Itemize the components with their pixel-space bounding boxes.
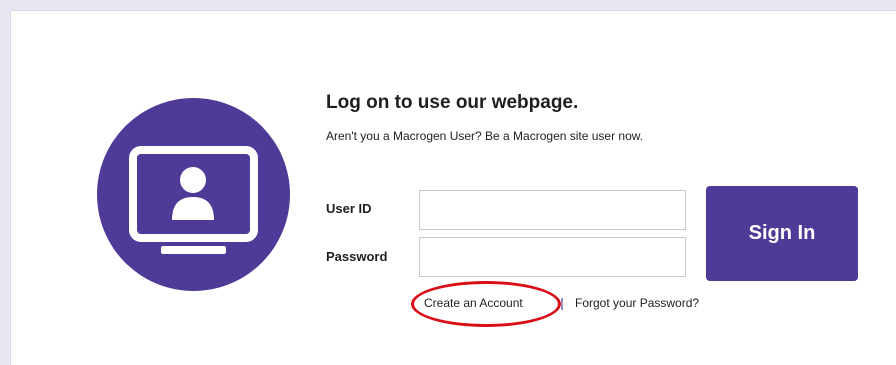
create-account-link[interactable]: Create an Account <box>424 296 523 310</box>
forgot-password-link[interactable]: Forgot your Password? <box>575 296 699 310</box>
window-frame-left <box>0 0 10 365</box>
monitor-user-graphic <box>129 146 258 254</box>
link-separator <box>561 298 563 310</box>
window-frame-top <box>0 0 896 10</box>
sign-in-button[interactable]: Sign In <box>706 186 858 281</box>
page-subtitle: Aren't you a Macrogen User? Be a Macroge… <box>326 129 644 143</box>
password-input[interactable] <box>419 237 686 277</box>
page-title: Log on to use our webpage. <box>326 92 579 113</box>
password-label: Password <box>326 249 388 264</box>
user-id-input[interactable] <box>419 190 686 230</box>
monitor-user-icon <box>97 98 290 291</box>
user-id-label: User ID <box>326 201 372 216</box>
